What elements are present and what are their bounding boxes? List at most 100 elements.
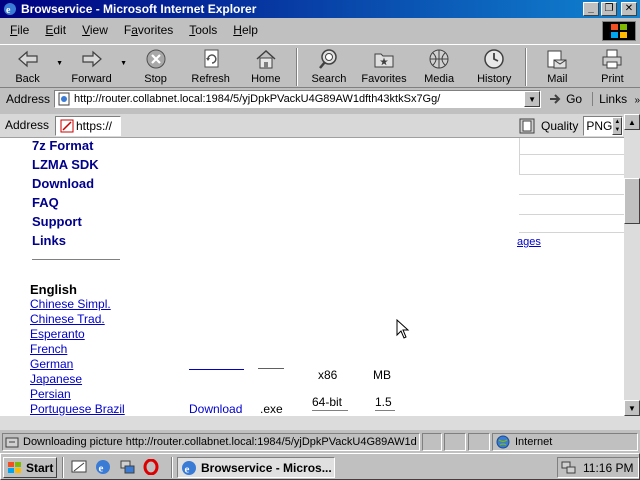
vertical-scrollbar[interactable]: ▲ ▼ bbox=[624, 114, 640, 416]
forward-button[interactable]: Forward bbox=[64, 45, 119, 89]
scroll-thumb[interactable] bbox=[624, 178, 640, 224]
scroll-up-icon[interactable]: ▲ bbox=[624, 114, 640, 130]
nav-link-7z-format[interactable]: 7z Format bbox=[32, 138, 93, 153]
languages-link[interactable]: ages bbox=[517, 236, 541, 248]
favorites-button[interactable]: Favorites bbox=[356, 45, 411, 89]
lang-link-esperanto[interactable]: Esperanto bbox=[30, 327, 85, 341]
print-icon bbox=[602, 49, 622, 69]
lang-link-portuguese-brazil[interactable]: Portuguese Brazil bbox=[30, 402, 125, 416]
menu-bar: File Edit View Favorites Tools Help bbox=[0, 19, 640, 41]
nav-link-download[interactable]: Download bbox=[32, 176, 94, 191]
download-icon bbox=[5, 437, 19, 448]
arch-cell: x86 bbox=[318, 368, 338, 382]
insecure-icon bbox=[60, 119, 74, 133]
table-rule bbox=[519, 154, 624, 155]
svg-text:e: e bbox=[99, 463, 104, 475]
home-button[interactable]: Home bbox=[238, 45, 293, 89]
inner-address-input[interactable]: https:// bbox=[55, 116, 121, 136]
clipboard-icon[interactable] bbox=[519, 118, 535, 134]
spin-arrows-icon[interactable]: ▲ ▼ bbox=[612, 117, 623, 135]
taskbar-separator bbox=[62, 457, 64, 478]
mouse-cursor-icon bbox=[396, 319, 410, 339]
standard-toolbar: Back ▼ Forward ▼ Stop Refresh Home Searc… bbox=[0, 44, 640, 88]
mail-icon bbox=[547, 50, 567, 69]
taskbar-separator bbox=[171, 457, 173, 478]
address-dropdown-icon[interactable]: ▼ bbox=[524, 91, 541, 107]
restore-button[interactable]: ❐ bbox=[601, 2, 617, 16]
history-icon bbox=[484, 49, 504, 69]
network-tray-icon[interactable] bbox=[561, 461, 577, 475]
menu-file[interactable]: File bbox=[0, 23, 37, 37]
address-input[interactable]: http://router.collabnet.local:1984/5/yjD… bbox=[54, 90, 542, 108]
ext-clipped bbox=[258, 364, 284, 369]
svg-text:e: e bbox=[185, 463, 190, 475]
links-button[interactable]: Links » bbox=[592, 92, 640, 106]
download-link-clipped[interactable] bbox=[189, 364, 244, 370]
go-button[interactable]: Go bbox=[545, 92, 586, 106]
lang-link-german[interactable]: German bbox=[30, 357, 73, 371]
status-panel bbox=[422, 433, 442, 451]
table-rule bbox=[519, 232, 624, 233]
taskbar-window-button[interactable]: e Browservice - Micros... bbox=[177, 457, 335, 478]
menu-tools[interactable]: Tools bbox=[181, 23, 225, 37]
language-heading: English bbox=[30, 282, 77, 297]
security-zone-panel: Internet bbox=[492, 433, 638, 451]
ext-cell: .exe bbox=[260, 402, 283, 416]
start-button[interactable]: Start bbox=[3, 457, 57, 478]
minimize-button[interactable]: _ bbox=[583, 2, 599, 16]
network-icon[interactable] bbox=[119, 459, 135, 475]
nav-link-support[interactable]: Support bbox=[32, 214, 82, 229]
nav-link-lzma-sdk[interactable]: LZMA SDK bbox=[32, 157, 99, 172]
nav-link-links[interactable]: Links bbox=[32, 233, 66, 248]
download-link[interactable]: Download bbox=[189, 402, 242, 416]
ie-icon[interactable]: e bbox=[95, 459, 111, 475]
address-url: http://router.collabnet.local:1984/5/yjD… bbox=[74, 93, 441, 105]
stop-button[interactable]: Stop bbox=[128, 45, 183, 89]
ie-icon: e bbox=[4, 3, 16, 16]
horizontal-scrollbar[interactable] bbox=[0, 416, 640, 430]
print-button[interactable]: Print bbox=[585, 45, 640, 89]
media-button[interactable]: Media bbox=[412, 45, 467, 89]
menu-edit[interactable]: Edit bbox=[37, 23, 74, 37]
history-button[interactable]: History bbox=[467, 45, 522, 89]
mail-button[interactable]: Mail bbox=[530, 45, 585, 89]
clock[interactable]: 11:16 PM bbox=[583, 461, 633, 475]
size-cell: 1.5 bbox=[375, 395, 392, 409]
inner-browser-toolbar: Address https:// Quality PNG ▲ ▼ bbox=[0, 114, 624, 138]
toolbar-separator bbox=[296, 48, 299, 86]
opera-icon[interactable] bbox=[143, 459, 159, 475]
media-icon bbox=[429, 49, 449, 69]
title-bar: e Browservice - Microsoft Internet Explo… bbox=[0, 0, 640, 18]
inner-quality-controls: Quality PNG ▲ ▼ bbox=[519, 116, 624, 136]
back-dropdown-icon[interactable]: ▼ bbox=[55, 41, 64, 85]
menu-help[interactable]: Help bbox=[225, 23, 266, 37]
back-button[interactable]: Back bbox=[0, 45, 55, 89]
nav-link-faq[interactable]: FAQ bbox=[32, 195, 59, 210]
status-text-panel: Downloading picture http://router.collab… bbox=[2, 433, 420, 451]
page-icon bbox=[58, 92, 70, 106]
table-rule bbox=[519, 214, 624, 215]
stop-icon bbox=[146, 49, 166, 69]
scroll-down-icon[interactable]: ▼ bbox=[624, 400, 640, 416]
refresh-button[interactable]: Refresh bbox=[183, 45, 238, 89]
search-icon bbox=[318, 49, 337, 69]
go-arrow-icon bbox=[550, 94, 561, 104]
quality-label: Quality bbox=[541, 119, 579, 133]
internet-globe-icon bbox=[496, 435, 510, 449]
menu-view[interactable]: View bbox=[74, 23, 116, 37]
lang-link-chinese-simpl[interactable]: Chinese Simpl. bbox=[30, 297, 111, 311]
quality-select[interactable]: PNG ▲ ▼ bbox=[583, 116, 624, 136]
lang-link-persian[interactable]: Persian bbox=[30, 387, 71, 401]
show-desktop-icon[interactable] bbox=[71, 459, 87, 475]
lang-link-chinese-trad[interactable]: Chinese Trad. bbox=[30, 312, 105, 326]
forward-dropdown-icon[interactable]: ▼ bbox=[119, 41, 128, 85]
close-button[interactable]: ✕ bbox=[621, 2, 637, 16]
lang-link-french[interactable]: French bbox=[30, 342, 67, 356]
windows-flag-icon bbox=[8, 461, 21, 473]
svg-text:e: e bbox=[6, 5, 11, 16]
search-button[interactable]: Search bbox=[301, 45, 356, 89]
status-panel bbox=[444, 433, 466, 451]
window-title: Browservice - Microsoft Internet Explore… bbox=[21, 2, 257, 16]
lang-link-japanese[interactable]: Japanese bbox=[30, 372, 82, 386]
menu-favorites[interactable]: Favorites bbox=[116, 23, 181, 37]
